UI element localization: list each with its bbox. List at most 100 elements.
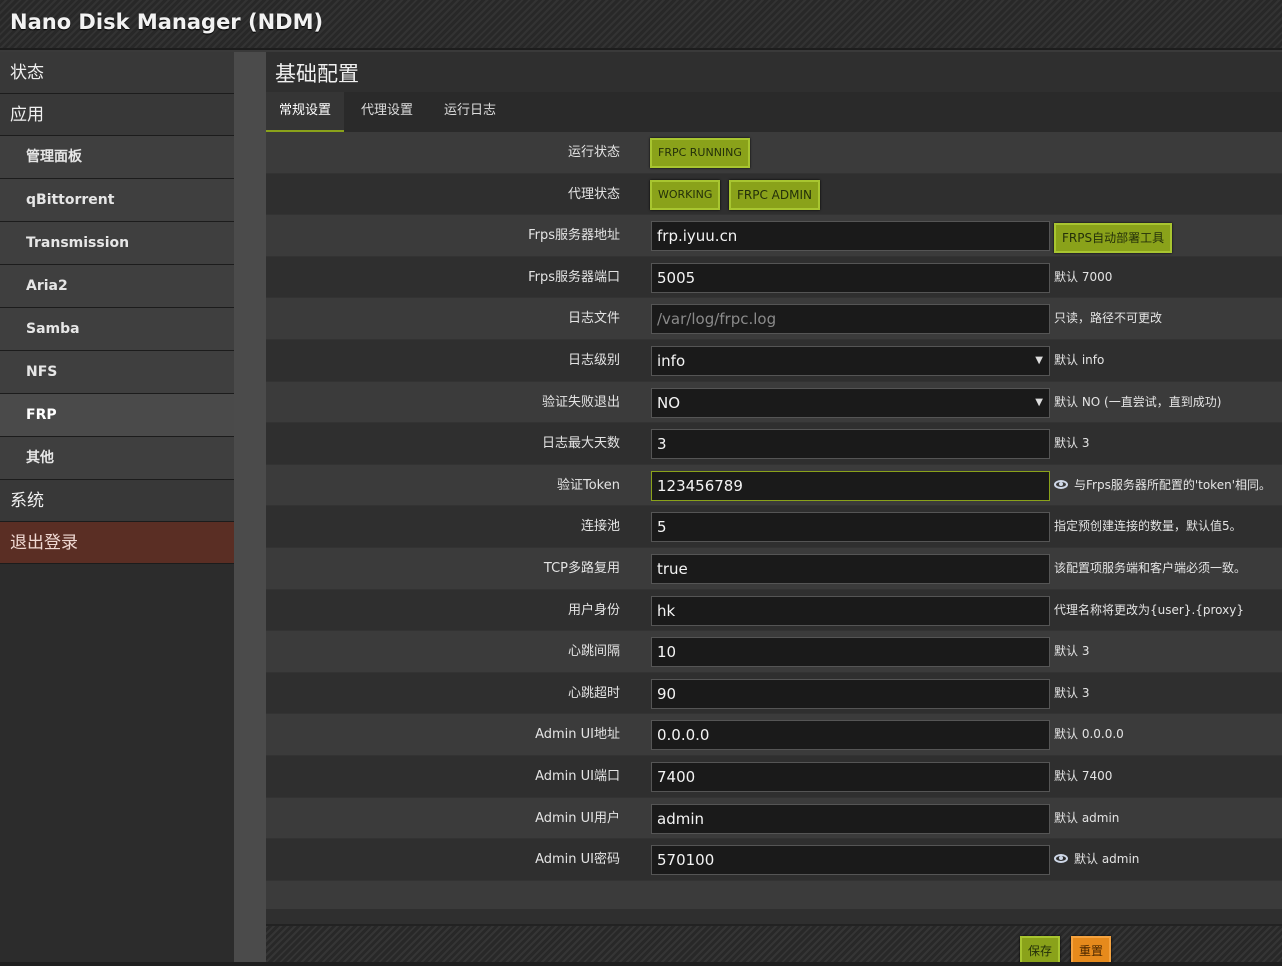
user-label: 用户身份: [567, 602, 620, 618]
heartbeat-interval-label: 心跳间隔: [567, 644, 620, 660]
admin-pwd-label: Admin UI密码: [535, 852, 620, 868]
log-level-select[interactable]: info ▼: [651, 345, 1050, 376]
sidebar-item-transmission[interactable]: Transmission: [0, 222, 234, 265]
sidebar-item-aria2[interactable]: Aria2: [0, 265, 234, 308]
chevron-down-icon: ▼: [1035, 354, 1043, 366]
app-header: Nano Disk Manager (NDM): [0, 0, 1282, 50]
frps-deploy-tool-button[interactable]: FRPS自动部署工具: [1054, 223, 1173, 254]
log-file-input[interactable]: [651, 304, 1050, 335]
exit-on-fail-select[interactable]: NO ▼: [651, 387, 1050, 418]
sidebar-item-other[interactable]: 其他: [0, 437, 234, 480]
admin-user-label: Admin UI用户: [535, 810, 620, 826]
token-label: 验证Token: [557, 477, 620, 493]
tcp-mux-hint: 该配置项服务端和客户端必须一致。: [1054, 560, 1247, 575]
admin-port-input[interactable]: [651, 761, 1050, 792]
sidebar-item-nfs[interactable]: NFS: [0, 351, 234, 394]
eye-icon[interactable]: [1054, 479, 1068, 489]
tcp-mux-input[interactable]: [651, 553, 1050, 584]
row-tcp-mux: TCP多路复用 该配置项服务端和客户端必须一致。: [266, 547, 1282, 590]
page-title: 基础配置: [275, 62, 359, 86]
admin-addr-hint: 默认 0.0.0.0: [1054, 727, 1124, 742]
pool-count-hint: 指定预创建连接的数量，默认值5。: [1054, 519, 1242, 534]
heartbeat-timeout-input[interactable]: [651, 678, 1050, 709]
sidebar-item-qbittorrent[interactable]: qBittorrent: [0, 179, 234, 222]
app-title: Nano Disk Manager (NDM): [10, 10, 324, 34]
log-file-label: 日志文件: [567, 311, 620, 327]
user-input[interactable]: [651, 595, 1050, 626]
server-port-input[interactable]: [651, 262, 1050, 293]
exit-on-fail-value: NO: [657, 393, 681, 412]
sidebar-item-logout[interactable]: 退出登录: [0, 522, 234, 564]
proxy-status-label: 代理状态: [567, 186, 620, 202]
heartbeat-interval-hint: 默认 3: [1054, 644, 1090, 659]
heartbeat-interval-input[interactable]: [651, 637, 1050, 668]
log-max-days-label: 日志最大天数: [541, 436, 620, 452]
admin-addr-label: Admin UI地址: [535, 727, 620, 743]
user-hint: 代理名称将更改为{user}.{proxy}: [1054, 602, 1244, 617]
row-user: 用户身份 代理名称将更改为{user}.{proxy}: [266, 589, 1282, 632]
server-port-label: Frps服务器端口: [528, 269, 620, 285]
pool-count-label: 连接池: [580, 519, 620, 535]
row-admin-port: Admin UI端口 默认 7400: [266, 755, 1282, 798]
log-level-label: 日志级别: [567, 352, 620, 368]
log-max-days-hint: 默认 3: [1054, 436, 1090, 451]
row-log-file: 日志文件 只读，路径不可更改: [266, 298, 1282, 340]
row-proxy-status: 代理状态 WORKING FRPC ADMIN: [266, 173, 1282, 216]
settings-form: 运行状态 FRPC RUNNING 代理状态 WORKING FRPC ADMI…: [266, 132, 1282, 909]
server-addr-label: Frps服务器地址: [528, 228, 620, 244]
row-admin-addr: Admin UI地址 默认 0.0.0.0: [266, 714, 1282, 756]
token-hint: 与Frps服务器所配置的'token'相同。: [1074, 477, 1271, 492]
row-run-status: 运行状态 FRPC RUNNING: [266, 132, 1282, 174]
sidebar-gutter: [234, 52, 266, 966]
log-file-hint: 只读，路径不可更改: [1054, 311, 1163, 326]
sidebar-item-samba[interactable]: Samba: [0, 308, 234, 351]
admin-pwd-hint-wrap: 默认 admin: [1054, 839, 1139, 880]
proxy-status-badge: WORKING: [650, 179, 721, 210]
sidebar-item-apps[interactable]: 应用: [0, 94, 234, 136]
server-addr-input[interactable]: [651, 221, 1050, 252]
admin-port-hint: 默认 7400: [1054, 768, 1113, 783]
row-log-max-days: 日志最大天数 默认 3: [266, 423, 1282, 465]
heartbeat-timeout-hint: 默认 3: [1054, 685, 1090, 700]
sidebar-item-dashboard[interactable]: 管理面板: [0, 136, 234, 179]
row-log-level: 日志级别 info ▼ 默认 info: [266, 339, 1282, 382]
heartbeat-timeout-label: 心跳超时: [567, 685, 620, 701]
action-bar: 保存 重置: [266, 924, 1282, 966]
sidebar-item-frp[interactable]: FRP: [0, 394, 234, 437]
row-admin-pwd: Admin UI密码 默认 admin: [266, 839, 1282, 881]
row-token: 验证Token 与Frps服务器所配置的'token'相同。: [266, 464, 1282, 507]
admin-user-hint: 默认 admin: [1054, 810, 1120, 825]
bottom-edge: [0, 962, 1282, 966]
sidebar-item-system[interactable]: 系统: [0, 480, 234, 522]
tab-bar: 常规设置 代理设置 运行日志: [266, 92, 1282, 132]
tab-general[interactable]: 常规设置: [266, 92, 345, 132]
token-hint-wrap: 与Frps服务器所配置的'token'相同。: [1054, 465, 1271, 506]
admin-pwd-hint: 默认 admin: [1074, 852, 1140, 867]
exit-on-fail-label: 验证失败退出: [541, 394, 620, 410]
admin-port-label: Admin UI端口: [535, 768, 620, 784]
log-max-days-input[interactable]: [651, 429, 1050, 460]
tab-proxy[interactable]: 代理设置: [348, 92, 426, 132]
row-admin-user: Admin UI用户 默认 admin: [266, 797, 1282, 840]
row-server-addr: Frps服务器地址 FRPS自动部署工具: [266, 215, 1282, 257]
admin-user-input[interactable]: [651, 803, 1050, 834]
row-pool-count: 连接池 指定预创建连接的数量，默认值5。: [266, 506, 1282, 548]
run-status-label: 运行状态: [567, 145, 620, 160]
admin-pwd-input[interactable]: [651, 845, 1050, 876]
chevron-down-icon: ▼: [1035, 396, 1043, 408]
tcp-mux-label: TCP多路复用: [543, 560, 620, 576]
frpc-admin-button[interactable]: FRPC ADMIN: [729, 179, 820, 210]
row-exit-on-fail: 验证失败退出 NO ▼ 默认 NO (一直尝试，直到成功): [266, 381, 1282, 424]
eye-icon[interactable]: [1054, 854, 1068, 864]
tab-log[interactable]: 运行日志: [431, 92, 509, 132]
row-heartbeat-interval: 心跳间隔 默认 3: [266, 631, 1282, 673]
server-port-hint: 默认 7000: [1054, 269, 1113, 284]
sidebar: 状态 应用 管理面板 qBittorrent Transmission Aria…: [0, 52, 234, 966]
sidebar-item-status[interactable]: 状态: [0, 52, 234, 94]
exit-on-fail-hint: 默认 NO (一直尝试，直到成功): [1054, 394, 1222, 409]
row-heartbeat-timeout: 心跳超时 默认 3: [266, 672, 1282, 715]
pool-count-input[interactable]: [651, 512, 1050, 543]
form-end-spacer: [266, 881, 1282, 909]
token-input[interactable]: [651, 470, 1050, 501]
admin-addr-input[interactable]: [651, 720, 1050, 751]
